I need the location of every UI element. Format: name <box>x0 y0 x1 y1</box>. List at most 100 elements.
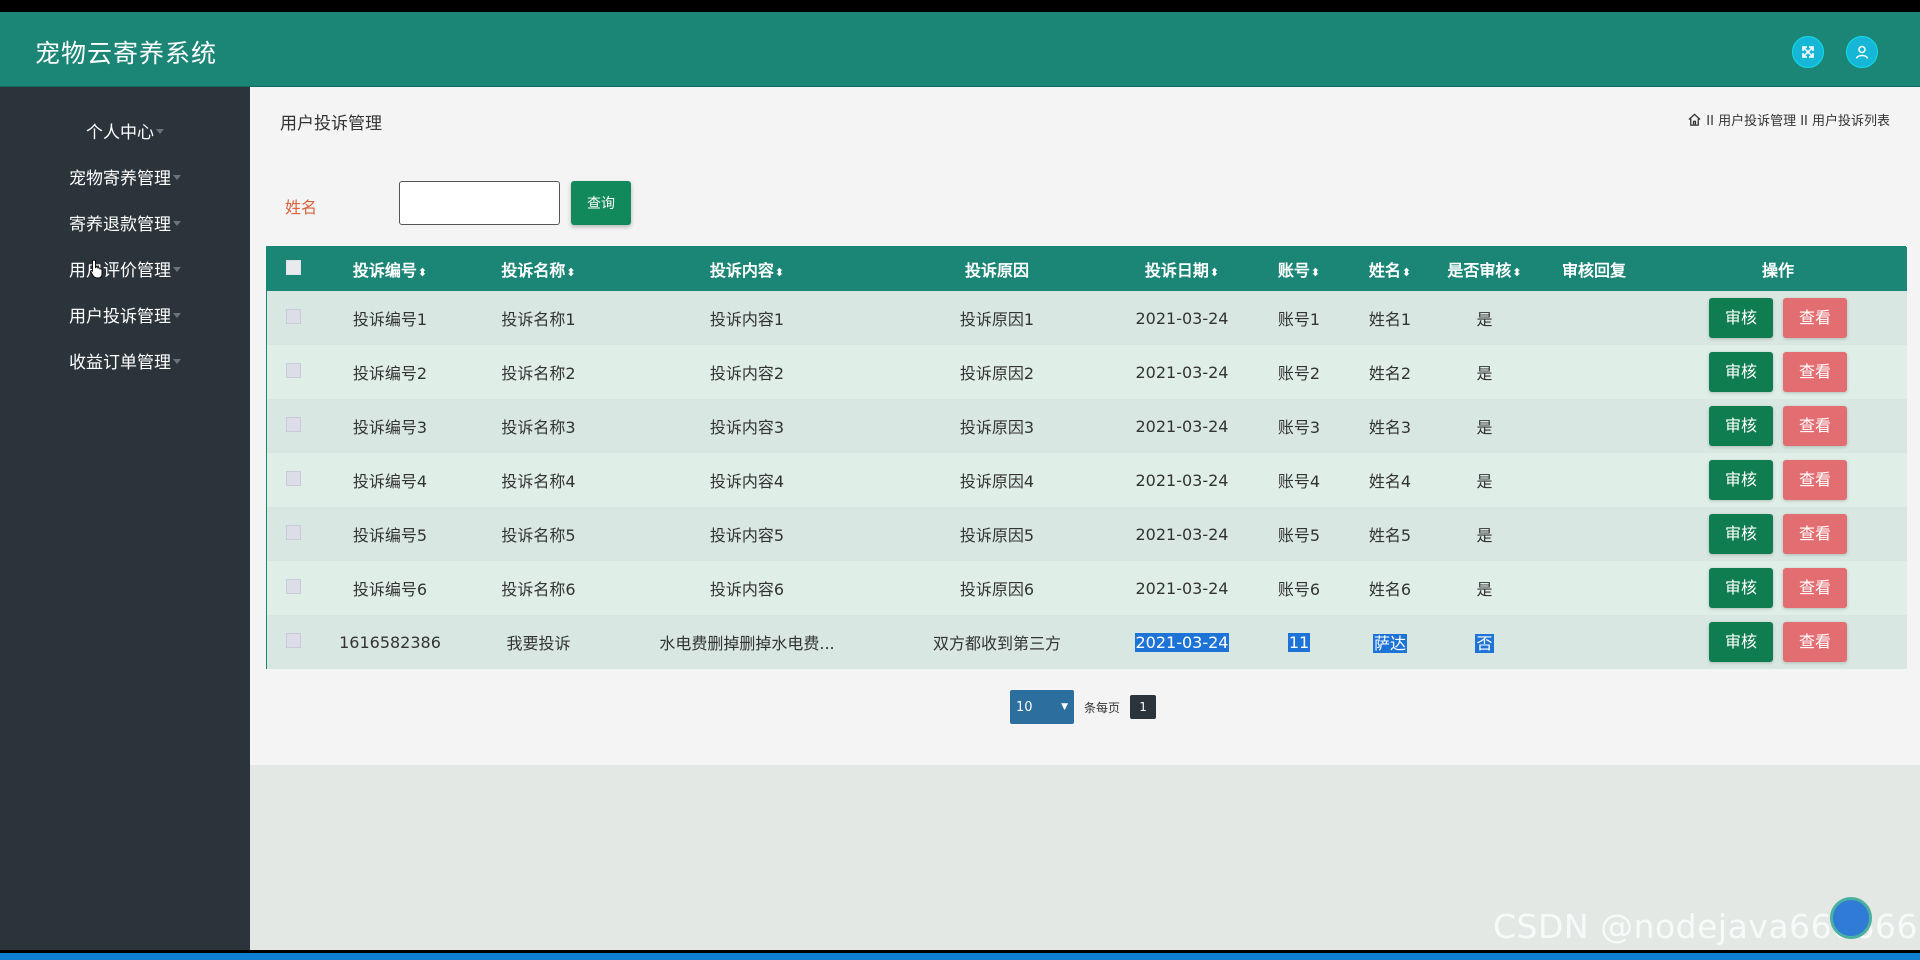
video-progress-bar <box>0 950 1920 960</box>
row-checkbox[interactable] <box>285 578 301 594</box>
row-checkbox[interactable] <box>285 470 301 486</box>
column-header-username[interactable]: 姓名⬍ <box>1350 247 1430 291</box>
complaint-content-value: 投诉内容4 <box>709 472 785 491</box>
row-checkbox[interactable] <box>285 362 301 378</box>
row-select-cell <box>267 399 319 453</box>
username-value: 姓名6 <box>1368 580 1412 599</box>
pagination: 10 ▼ 条每页 1 <box>1010 690 1157 724</box>
complaint-name-value: 投诉名称1 <box>501 310 576 329</box>
caret-down-icon <box>173 312 181 318</box>
username-value: 萨达 <box>1372 634 1407 653</box>
cell-audited: 是 <box>1430 453 1539 507</box>
row-checkbox[interactable] <box>285 308 301 324</box>
floating-assistant-button[interactable] <box>1830 897 1872 939</box>
complaint-id-value: 投诉编号1 <box>352 310 428 329</box>
cell-complaint-name: 我要投诉 <box>461 615 616 669</box>
username-value: 姓名1 <box>1368 310 1412 329</box>
sort-icon: ⬍ <box>1401 266 1412 279</box>
cell-account: 账号4 <box>1248 453 1350 507</box>
view-button[interactable]: 查看 <box>1783 568 1847 608</box>
user-button[interactable] <box>1846 36 1878 68</box>
cell-actions: 审核 查看 <box>1649 561 1907 615</box>
audited-value: 是 <box>1476 472 1493 491</box>
audit-button[interactable]: 审核 <box>1709 460 1773 500</box>
complaint-id-value: 投诉编号2 <box>352 364 428 383</box>
caret-down-icon <box>156 128 164 134</box>
search-button[interactable]: 查询 <box>571 181 631 225</box>
cell-audited: 否 <box>1430 615 1539 669</box>
cell-complaint-date: 2021-03-24 <box>1116 561 1248 615</box>
sidebar-item-pet-boarding[interactable]: 宠物寄养管理 <box>0 161 250 191</box>
cell-audited: 是 <box>1430 345 1539 399</box>
audit-button[interactable]: 审核 <box>1709 568 1773 608</box>
row-select-cell <box>267 561 319 615</box>
name-search-input[interactable] <box>399 181 560 225</box>
cell-complaint-date: 2021-03-24 <box>1116 291 1248 345</box>
column-header-audited[interactable]: 是否审核⬍ <box>1430 247 1539 291</box>
username-value: 姓名4 <box>1368 472 1412 491</box>
sidebar-item-reviews[interactable]: 用户评价管理 <box>0 253 250 283</box>
cell-actions: 审核 查看 <box>1649 615 1907 669</box>
audit-button[interactable]: 审核 <box>1709 406 1773 446</box>
column-header-name[interactable]: 投诉名称⬍ <box>461 247 616 291</box>
page-size-select[interactable]: 10 ▼ <box>1010 690 1074 724</box>
complaint-reason-value: 投诉原因5 <box>959 526 1035 545</box>
column-header-account[interactable]: 账号⬍ <box>1248 247 1350 291</box>
sidebar-item-label: 宠物寄养管理 <box>69 168 171 189</box>
view-button[interactable]: 查看 <box>1783 460 1847 500</box>
column-header-content[interactable]: 投诉内容⬍ <box>616 247 878 291</box>
complaint-date-value: 2021-03-24 <box>1135 524 1229 544</box>
complaint-date-value: 2021-03-24 <box>1135 308 1229 328</box>
complaint-name-value: 我要投诉 <box>506 634 571 653</box>
row-checkbox[interactable] <box>285 632 301 648</box>
home-icon[interactable] <box>1687 112 1702 127</box>
view-button[interactable]: 查看 <box>1783 514 1847 554</box>
view-button[interactable]: 查看 <box>1783 352 1847 392</box>
sidebar-item-refund[interactable]: 寄养退款管理 <box>0 207 250 237</box>
complaint-id-value: 1616582386 <box>339 632 441 652</box>
sidebar-item-personal-center[interactable]: 个人中心 <box>0 115 250 145</box>
view-button[interactable]: 查看 <box>1783 622 1847 662</box>
complaint-reason-value: 投诉原因3 <box>959 418 1035 437</box>
cell-username: 姓名2 <box>1350 345 1430 399</box>
select-all-checkbox[interactable] <box>285 259 301 275</box>
column-header-id[interactable]: 投诉编号⬍ <box>319 247 461 291</box>
row-checkbox[interactable] <box>285 524 301 540</box>
view-button[interactable]: 查看 <box>1783 298 1847 338</box>
cell-complaint-reason: 投诉原因6 <box>878 561 1116 615</box>
cell-complaint-name: 投诉名称5 <box>461 507 616 561</box>
audit-button[interactable]: 审核 <box>1709 298 1773 338</box>
cell-complaint-name: 投诉名称3 <box>461 399 616 453</box>
view-button[interactable]: 查看 <box>1783 406 1847 446</box>
page-number-button[interactable]: 1 <box>1130 695 1157 719</box>
audited-value: 是 <box>1476 310 1493 329</box>
audit-button[interactable]: 审核 <box>1709 622 1773 662</box>
table-header-row: 投诉编号⬍ 投诉名称⬍ 投诉内容⬍ 投诉原因 投诉日期⬍ 账号⬍ 姓名⬍ 是否审… <box>267 247 1907 291</box>
cell-complaint-name: 投诉名称1 <box>461 291 616 345</box>
sidebar-item-revenue-orders[interactable]: 收益订单管理 <box>0 345 250 375</box>
cell-complaint-reason: 投诉原因3 <box>878 399 1116 453</box>
column-header-date[interactable]: 投诉日期⬍ <box>1116 247 1248 291</box>
cell-complaint-id: 投诉编号6 <box>319 561 461 615</box>
fullscreen-button[interactable] <box>1792 36 1824 68</box>
cell-audit-reply <box>1539 345 1649 399</box>
audited-value: 是 <box>1476 364 1493 383</box>
cell-account: 11 <box>1248 615 1350 669</box>
audit-button[interactable]: 审核 <box>1709 352 1773 392</box>
cell-complaint-content: 投诉内容3 <box>616 399 878 453</box>
audit-button[interactable]: 审核 <box>1709 514 1773 554</box>
cell-complaint-content: 投诉内容5 <box>616 507 878 561</box>
breadcrumb: II 用户投诉管理 II 用户投诉列表 <box>1687 110 1890 129</box>
top-bar <box>0 0 1920 12</box>
table-row: 投诉编号1 投诉名称1 投诉内容1 投诉原因1 2021-03-24 账号1 姓名1 是 审核查… <box>267 291 1907 345</box>
complaint-id-value: 投诉编号3 <box>352 418 428 437</box>
column-header-reason: 投诉原因 <box>964 261 1029 280</box>
complaint-name-value: 投诉名称5 <box>501 526 576 545</box>
sidebar-item-complaints[interactable]: 用户投诉管理 <box>0 299 250 329</box>
row-checkbox[interactable] <box>285 416 301 432</box>
cell-complaint-id: 投诉编号4 <box>319 453 461 507</box>
cell-username: 姓名3 <box>1350 399 1430 453</box>
complaint-content-value: 投诉内容2 <box>709 364 785 383</box>
cell-account: 账号5 <box>1248 507 1350 561</box>
table-row: 投诉编号5 投诉名称5 投诉内容5 投诉原因5 2021-03-24 账号5 姓名5 是 审核查… <box>267 507 1907 561</box>
